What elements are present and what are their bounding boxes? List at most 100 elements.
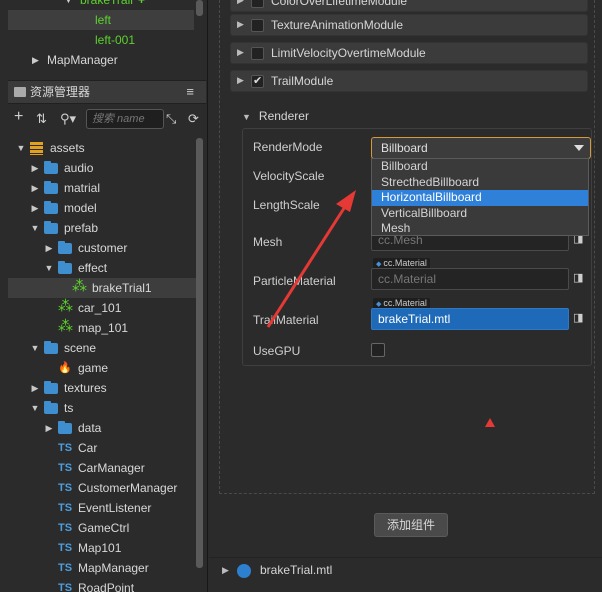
hierarchy-label: left [95, 13, 112, 27]
use-gpu-checkbox[interactable] [371, 343, 385, 357]
hierarchy-label: left-001 [95, 33, 136, 47]
tree-item[interactable]: TS CarManager [8, 458, 196, 478]
add-component-button[interactable]: 添加组件 [374, 513, 448, 537]
module-checkbox[interactable] [251, 47, 264, 60]
tree-item-label: game [78, 361, 109, 375]
tree-item[interactable]: ⁂ brakeTrial1 [8, 278, 196, 298]
tree-item[interactable]: ⁂ car_101 [8, 298, 196, 318]
expand-arrow-icon[interactable]: ▼ [30, 398, 40, 418]
tree-item[interactable]: ▶ model [8, 198, 196, 218]
collapse-arrow-icon[interactable]: ▶ [30, 158, 40, 178]
tree-item[interactable]: ▶ customer [8, 238, 196, 258]
tree-item[interactable]: ⁂ map_101 [8, 318, 196, 338]
render-mode-select[interactable]: Billboard [371, 137, 591, 159]
module-checkbox[interactable] [251, 19, 264, 32]
tree-item-label: ts [64, 401, 74, 415]
trail-material-value[interactable]: brakeTrial.mtl [371, 308, 569, 330]
asset-preview-bar[interactable]: ▶ brakeTrial.mtl [209, 557, 602, 583]
renderer-section-header[interactable]: ▼ Renderer [242, 106, 309, 127]
tree-item-label: customer [78, 241, 128, 255]
tree-item[interactable]: TS Car [8, 438, 196, 458]
expand-arrow-icon[interactable]: ▼ [16, 138, 26, 158]
left-panel: ▼ brakeTrail + left left-001 ▶ MapManage… [0, 0, 208, 592]
dropdown-option-billboard[interactable]: Billboard [372, 159, 588, 175]
hierarchy-label: brakeTrail [80, 0, 133, 7]
module-trail[interactable]: ▶ TrailModule [230, 70, 588, 92]
hierarchy-item-mapmanager[interactable]: ▶ MapManager [8, 50, 194, 70]
folder-icon [44, 181, 58, 194]
hierarchy-scrollbar[interactable] [196, 0, 203, 16]
module-texture-animation[interactable]: ▶ TextureAnimationModule [230, 14, 588, 36]
pick-asset-icon[interactable]: ◨ [573, 271, 587, 287]
database-icon [30, 142, 43, 155]
module-checkbox-checked[interactable] [251, 74, 264, 88]
expand-arrow-icon: ▶ [237, 75, 244, 85]
assets-title: 资源管理器 [30, 85, 91, 99]
tree-item[interactable]: 🔥 game [8, 358, 196, 378]
expand-arrow-icon[interactable]: ▼ [30, 338, 40, 358]
folder-icon [44, 341, 58, 354]
collapse-arrow-icon[interactable]: ▶ [44, 238, 54, 258]
search-filter-icon[interactable]: ⚲▾ [60, 110, 76, 128]
assets-tab[interactable]: 资源管理器 [8, 81, 90, 104]
tree-item[interactable]: TS MapManager [8, 558, 196, 578]
tree-item[interactable]: TS GameCtrl [8, 518, 196, 538]
folder-icon [58, 241, 72, 254]
tree-item[interactable]: ▼ effect [8, 258, 196, 278]
trail-material-field[interactable]: cc.Material brakeTrial.mtl ◨ [371, 298, 591, 332]
dropdown-option-stretched-billboard[interactable]: StrecthedBillboard [372, 175, 588, 191]
tree-item[interactable]: TS RoadPoint [8, 578, 196, 592]
typescript-icon: TS [58, 562, 73, 574]
tree-item[interactable]: ▶ audio [8, 158, 196, 178]
dropdown-option-horizontal-billboard[interactable]: HorizontalBillboard [372, 190, 588, 206]
collapse-arrow-icon[interactable]: ▶ [30, 198, 40, 218]
collapse-arrow-icon[interactable]: ▶ [44, 418, 54, 438]
expand-arrow-icon[interactable]: ▼ [30, 218, 40, 238]
collapse-all-icon[interactable]: ⤡ [166, 110, 176, 128]
collapse-arrow-icon: ▶ [32, 55, 39, 65]
module-limit-velocity[interactable]: ▶ LimitVelocityOvertimeModule [230, 42, 588, 64]
expand-arrow-icon[interactable]: ▼ [44, 258, 54, 278]
tree-item[interactable]: TS EventListener [8, 498, 196, 518]
trail-material-label: TrailMaterial [253, 313, 319, 327]
folder-icon [58, 421, 72, 434]
typescript-icon: TS [58, 462, 73, 474]
menu-icon[interactable]: ≡ [186, 84, 194, 99]
particle-material-field[interactable]: cc.Material cc.Material ◨ [371, 258, 591, 292]
tree-item[interactable]: ▶ textures [8, 378, 196, 398]
tree-item[interactable]: ▶ data [8, 418, 196, 438]
collapse-arrow-icon[interactable]: ▶ [30, 178, 40, 198]
folder-icon [44, 221, 58, 234]
add-icon[interactable]: + [14, 108, 23, 126]
dropdown-option-vertical-billboard[interactable]: VerticalBillboard [372, 206, 588, 222]
tree-item-label: data [78, 421, 102, 435]
dropdown-option-mesh[interactable]: Mesh [372, 221, 588, 237]
tree-item[interactable]: TS CustomerManager [8, 478, 196, 498]
sort-icon[interactable]: ⇅ [36, 110, 47, 128]
expand-arrow-icon: ▶ [237, 47, 244, 57]
tree-item-label: Car [78, 441, 98, 455]
module-label: TextureAnimationModule [271, 18, 404, 32]
tree-item[interactable]: ▶ matrial [8, 178, 196, 198]
tree-item[interactable]: ▼ ts [8, 398, 196, 418]
module-color-over-lifetime[interactable]: ▶ ColorOverLifetimeModule [230, 0, 588, 12]
tree-item-label: textures [64, 381, 107, 395]
pick-asset-icon[interactable]: ◨ [573, 311, 587, 327]
module-checkbox[interactable] [251, 0, 264, 8]
refresh-icon[interactable]: ⟳ [188, 110, 199, 128]
tree-item[interactable]: ▼ prefab [8, 218, 196, 238]
asset-tree-scrollbar[interactable] [196, 138, 203, 568]
collapse-arrow-icon[interactable]: ▶ [30, 378, 40, 398]
hierarchy-item-partial[interactable]: ▼ brakeTrail + [8, 0, 194, 10]
typescript-icon: TS [58, 542, 73, 554]
search-input[interactable]: 搜索 name [86, 109, 164, 129]
tree-item[interactable]: ▼ scene [8, 338, 196, 358]
tree-item[interactable]: TS Map101 [8, 538, 196, 558]
typescript-icon: TS [58, 522, 73, 534]
particle-material-value[interactable]: cc.Material [371, 268, 569, 290]
renderer-title: Renderer [258, 109, 309, 123]
hierarchy-item-left-001[interactable]: left-001 [8, 30, 194, 50]
tree-item[interactable]: ▼ assets [8, 138, 196, 158]
hierarchy-item-left[interactable]: left [8, 10, 194, 30]
asset-tree: ▼ assets ▶ audio ▶ matrial ▶ model ▼ prefab ▶ custo… [8, 138, 196, 592]
